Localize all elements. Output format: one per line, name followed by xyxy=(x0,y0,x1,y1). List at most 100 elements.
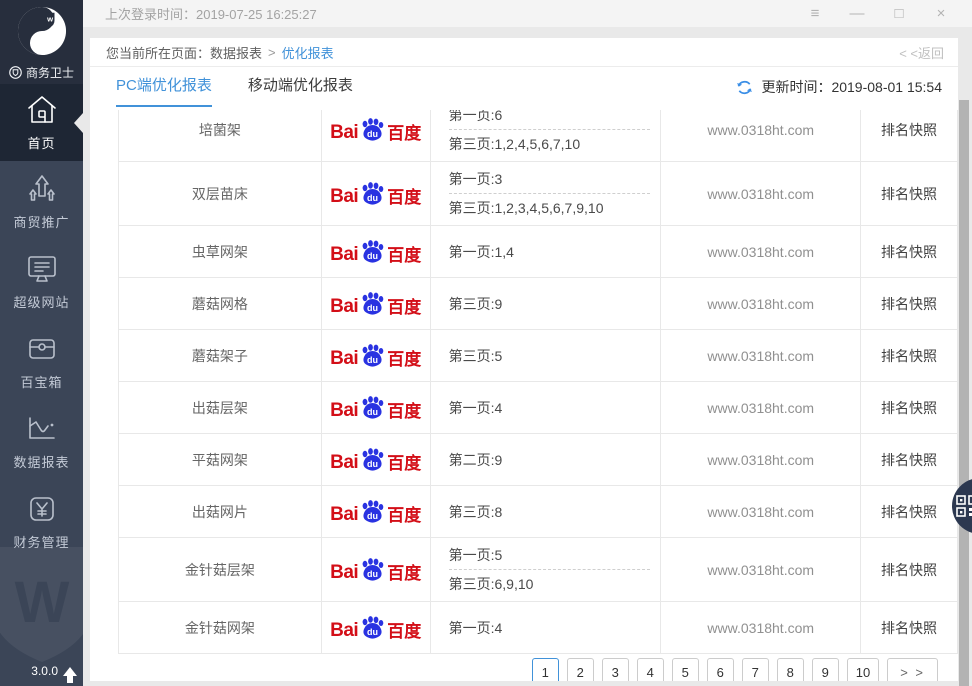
report-icon xyxy=(24,412,60,446)
baidu-logo: Baidu百度 xyxy=(330,557,421,583)
url-cell: www.0318ht.com xyxy=(661,486,861,537)
baidu-logo: Baidu百度 xyxy=(330,343,421,369)
keyword-cell: 蘑菇网格 xyxy=(119,278,322,329)
menu-icon[interactable]: ≡ xyxy=(794,0,836,27)
baidu-logo: Baidu百度 xyxy=(330,395,421,421)
snapshot-link[interactable]: 排名快照 xyxy=(861,162,957,225)
svg-text:w: w xyxy=(46,14,53,23)
refresh-icon[interactable] xyxy=(736,79,753,96)
rank-cell: 第一页:4 xyxy=(431,382,662,433)
page-button-4[interactable]: 4 xyxy=(637,658,664,681)
baidu-logo: Baidu百度 xyxy=(330,117,421,143)
page-button-2[interactable]: 2 xyxy=(567,658,594,681)
sidebar-item-1[interactable]: 首页 xyxy=(0,84,83,161)
baidu-logo-cn: 百度 xyxy=(387,454,421,473)
website-icon xyxy=(24,252,60,286)
baidu-logo-cn: 百度 xyxy=(387,350,421,369)
page-button-3[interactable]: 3 xyxy=(602,658,629,681)
page-button-1[interactable]: 1 xyxy=(532,658,559,681)
update-arrow-icon[interactable] xyxy=(63,667,77,676)
url-cell: www.0318ht.com xyxy=(661,382,861,433)
table-row: 虫草网架Baidu百度第一页:1,4www.0318ht.com排名快照 xyxy=(119,226,957,278)
keyword-cell: 培菌架 xyxy=(119,110,322,161)
snapshot-link[interactable]: 排名快照 xyxy=(861,486,957,537)
maximize-icon[interactable]: □ xyxy=(878,0,920,27)
snapshot-link[interactable]: 排名快照 xyxy=(861,602,957,653)
back-link[interactable]: < <返回 xyxy=(899,43,944,62)
app-logo-icon: w xyxy=(17,6,67,61)
keyword-cell: 蘑菇架子 xyxy=(119,330,322,381)
sidebar-item-label: 财务管理 xyxy=(13,532,69,551)
table-row: 金针菇网架Baidu百度第一页:4www.0318ht.com排名快照 xyxy=(119,602,957,654)
minimize-icon[interactable]: — xyxy=(836,0,878,27)
keyword-cell: 金针菇层架 xyxy=(119,538,322,601)
sidebar-item-3[interactable]: 超级网站 xyxy=(0,241,83,321)
baidu-paw-icon: du xyxy=(359,395,386,421)
toolbox-icon xyxy=(24,332,60,366)
snapshot-link[interactable]: 排名快照 xyxy=(861,538,957,601)
url-cell: www.0318ht.com xyxy=(661,330,861,381)
page-button-5[interactable]: 5 xyxy=(672,658,699,681)
sidebar-item-5[interactable]: 数据报表 xyxy=(0,401,83,481)
next-pages-button[interactable]: > > xyxy=(887,658,938,681)
svg-text:du: du xyxy=(367,251,378,261)
vertical-scrollbar[interactable] xyxy=(959,100,969,686)
snapshot-link[interactable]: 排名快照 xyxy=(861,226,957,277)
titlebar: 上次登录时间：2019-07-25 16:25:27 ≡ — □ × xyxy=(83,0,972,27)
rank-line: 第一页:4 xyxy=(449,618,651,638)
rank-cell: 第一页:1,4 xyxy=(431,226,662,277)
rank-divider xyxy=(449,129,651,130)
table-row: 培菌架Baidu百度第一页:6第三页:1,2,4,5,6,7,10www.031… xyxy=(119,110,957,162)
engine-cell: Baidu百度 xyxy=(322,110,431,161)
page-button-8[interactable]: 8 xyxy=(777,658,804,681)
engine-cell: Baidu百度 xyxy=(322,226,431,277)
rank-line: 第一页:6 xyxy=(449,110,651,125)
baidu-logo: Baidu百度 xyxy=(330,291,421,317)
rank-table-clip: 培菌架Baidu百度第一页:6第三页:1,2,4,5,6,7,10www.031… xyxy=(118,110,958,654)
rank-cell: 第一页:6第三页:1,2,4,5,6,7,10 xyxy=(431,110,662,161)
baidu-logo-cn: 百度 xyxy=(387,506,421,525)
rank-line: 第一页:3 xyxy=(449,169,651,189)
tab-mobile-report[interactable]: 移动端优化报表 xyxy=(248,67,353,107)
rank-line: 第三页:9 xyxy=(449,294,651,314)
snapshot-link[interactable]: 排名快照 xyxy=(861,382,957,433)
sidebar-item-2[interactable]: 商贸推广 xyxy=(0,161,83,241)
close-icon[interactable]: × xyxy=(920,0,962,27)
svg-text:du: du xyxy=(367,303,378,313)
baidu-paw-icon: du xyxy=(359,499,386,525)
sidebar-item-6[interactable]: 财务管理 xyxy=(0,481,83,561)
baidu-logo-text: Bai xyxy=(330,453,358,473)
page-button-7[interactable]: 7 xyxy=(742,658,769,681)
engine-cell: Baidu百度 xyxy=(322,602,431,653)
snapshot-link[interactable]: 排名快照 xyxy=(861,330,957,381)
table-row: 出菇网片Baidu百度第三页:8www.0318ht.com排名快照 xyxy=(119,486,957,538)
rank-line: 第三页:1,2,3,4,5,6,7,9,10 xyxy=(449,198,651,218)
baidu-logo-cn: 百度 xyxy=(387,298,421,317)
baidu-paw-icon: du xyxy=(359,239,386,265)
page-button-10[interactable]: 10 xyxy=(847,658,879,681)
baidu-paw-icon: du xyxy=(359,343,386,369)
finance-icon xyxy=(24,492,60,526)
table-row: 蘑菇网格Baidu百度第三页:9www.0318ht.com排名快照 xyxy=(119,278,957,330)
version-label: 3.0.0 xyxy=(31,664,58,678)
page-button-6[interactable]: 6 xyxy=(707,658,734,681)
table-row: 出菇层架Baidu百度第一页:4www.0318ht.com排名快照 xyxy=(119,382,957,434)
svg-text:du: du xyxy=(367,193,378,203)
engine-cell: Baidu百度 xyxy=(322,162,431,225)
rank-cell: 第三页:9 xyxy=(431,278,662,329)
tab-pc-report[interactable]: PC端优化报表 xyxy=(116,67,212,107)
snapshot-link[interactable]: 排名快照 xyxy=(861,434,957,485)
baidu-paw-icon: du xyxy=(359,615,386,641)
breadcrumb: 您当前所在页面： 数据报表 > 优化报表 < <返回 xyxy=(90,38,958,67)
last-login-text: 上次登录时间：2019-07-25 16:25:27 xyxy=(105,4,794,23)
snapshot-link[interactable]: 排名快照 xyxy=(861,278,957,329)
snapshot-link[interactable]: 排名快照 xyxy=(861,110,957,161)
page-button-9[interactable]: 9 xyxy=(812,658,839,681)
baidu-logo-text: Bai xyxy=(330,401,358,421)
baidu-logo-cn: 百度 xyxy=(387,246,421,265)
qr-code-icon xyxy=(956,495,972,517)
sidebar-item-label: 数据报表 xyxy=(13,452,69,471)
baidu-logo-text: Bai xyxy=(330,187,358,207)
sidebar-item-4[interactable]: 百宝箱 xyxy=(0,321,83,401)
breadcrumb-current[interactable]: 优化报表 xyxy=(282,43,334,62)
